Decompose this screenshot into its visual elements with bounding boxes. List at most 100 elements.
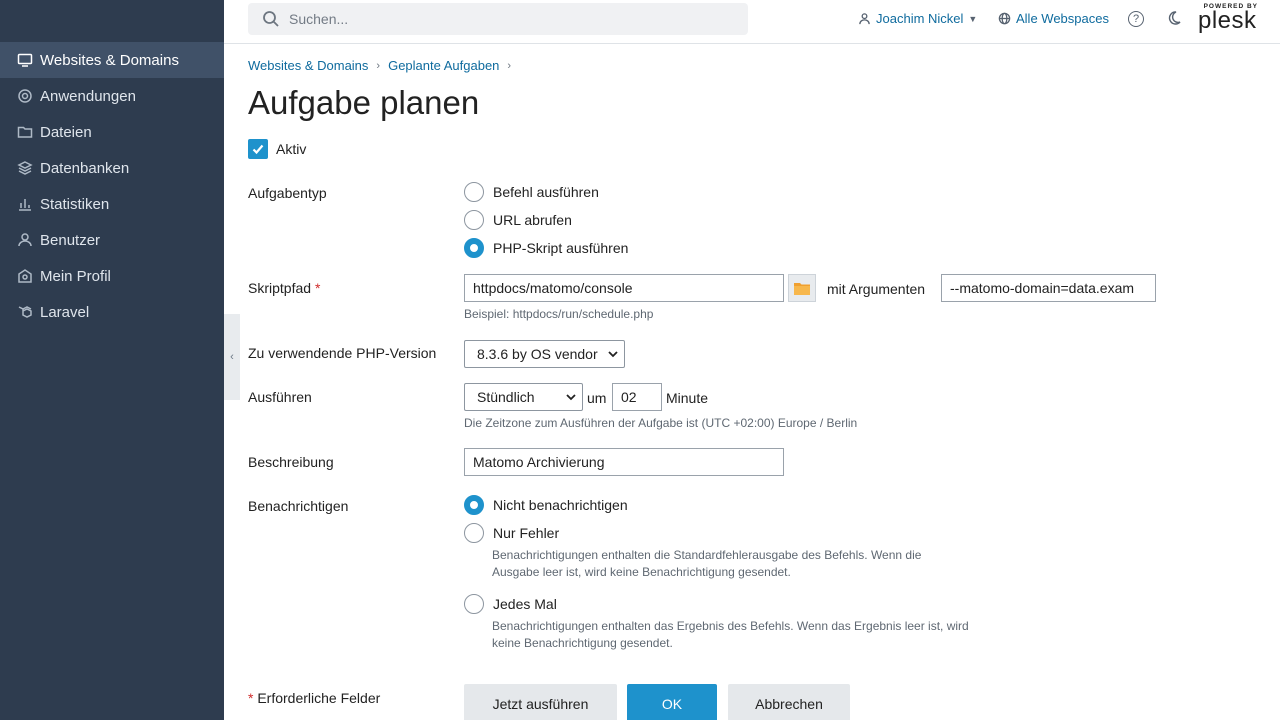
sidebar-item-statistiken[interactable]: Statistiken — [0, 186, 224, 222]
radio-button-selected[interactable] — [464, 238, 484, 258]
radio-label: Jedes Mal — [493, 596, 557, 612]
breadcrumb-link-websites[interactable]: Websites & Domains — [248, 58, 368, 73]
sidebar-item-mein-profil[interactable]: Mein Profil — [0, 258, 224, 294]
php-version-label: Zu verwendende PHP-Version — [248, 345, 437, 361]
minute-input[interactable]: 02 — [612, 383, 662, 411]
profile-icon — [16, 267, 34, 285]
bar-chart-icon — [16, 195, 34, 213]
sidebar-item-label: Datenbanken — [40, 159, 130, 177]
chevron-right-icon: › — [376, 59, 381, 72]
chevron-down-icon — [608, 346, 618, 362]
user-icon — [859, 13, 870, 25]
user-name: Joachim Nickel — [876, 11, 964, 26]
sidebar-item-websites-domains[interactable]: Websites & Domains — [0, 42, 224, 78]
radio-button[interactable] — [464, 523, 484, 543]
active-label: Aktiv — [276, 141, 307, 157]
hint-line: Benachrichtigungen enthalten das Ergebni… — [492, 619, 969, 633]
ok-button[interactable]: OK — [627, 684, 717, 720]
radio-button[interactable] — [464, 594, 484, 614]
webspaces-switcher[interactable]: Alle Webspaces — [998, 11, 1109, 26]
timezone-hint: Die Zeitzone zum Ausführen der Aufgabe i… — [464, 416, 858, 430]
minute-label: Minute — [666, 390, 709, 406]
radio-label: URL abrufen — [493, 212, 572, 228]
folder-icon — [16, 123, 34, 141]
hint-line: Ausgabe leer ist, wird keine Benachricht… — [492, 565, 791, 579]
php-version-select[interactable]: 8.3.6 by OS vendor — [464, 340, 625, 368]
required-mark: * — [248, 690, 254, 706]
sidebar-item-anwendungen[interactable]: Anwendungen — [0, 78, 224, 114]
plesk-logo: POWERED BY plesk — [1198, 3, 1258, 39]
radio-button[interactable] — [464, 182, 484, 202]
globe-icon — [998, 12, 1011, 25]
chevron-right-icon: › — [507, 59, 512, 72]
frequency-value: Stündlich — [477, 389, 535, 405]
sidebar-item-label: Mein Profil — [40, 267, 111, 285]
task-type-option-php[interactable]: PHP-Skript ausführen — [464, 238, 628, 258]
sidebar-item-datenbanken[interactable]: Datenbanken — [0, 150, 224, 186]
arguments-input[interactable]: --matomo-domain=data.exam — [941, 274, 1156, 302]
search-input[interactable] — [289, 11, 709, 27]
chevron-left-icon: ‹ — [230, 351, 234, 363]
notify-errors-hint: Benachrichtigungen enthalten die Standar… — [492, 547, 921, 581]
sidebar-item-label: Dateien — [40, 123, 92, 141]
breadcrumb-link-scheduled-tasks[interactable]: Geplante Aufgaben — [388, 58, 499, 73]
task-type-label: Aufgabentyp — [248, 185, 327, 201]
chevron-down-icon: ▼ — [968, 13, 978, 24]
active-checkbox[interactable] — [248, 139, 268, 159]
task-type-option-command[interactable]: Befehl ausführen — [464, 182, 599, 202]
notify-option-always[interactable]: Jedes Mal — [464, 594, 557, 614]
help-icon[interactable]: ? — [1128, 11, 1144, 27]
sidebar-item-label: Statistiken — [40, 195, 110, 213]
dark-mode-icon[interactable] — [1166, 10, 1182, 26]
hint-line: Benachrichtigungen enthalten die Standar… — [492, 548, 922, 562]
checkmark-icon — [252, 144, 264, 155]
sidebar-item-label: Benutzer — [40, 231, 101, 249]
notify-label: Benachrichtigen — [248, 498, 349, 514]
page-title: Aufgabe planen — [248, 84, 480, 121]
php-version-value: 8.3.6 by OS vendor — [477, 346, 598, 362]
breadcrumb: Websites & Domains › Geplante Aufgaben › — [248, 58, 519, 73]
monitor-icon — [16, 51, 34, 69]
search-box[interactable] — [248, 3, 748, 35]
task-type-option-url[interactable]: URL abrufen — [464, 210, 572, 230]
description-label: Beschreibung — [248, 454, 334, 470]
search-icon — [263, 11, 279, 27]
radio-label: Befehl ausführen — [493, 184, 599, 200]
required-fields-note: * Erforderliche Felder — [248, 690, 380, 706]
required-mark: * — [314, 280, 321, 296]
topbar: Joachim Nickel ▼ Alle Webspaces ? POWERE… — [224, 0, 1280, 44]
sidebar-item-label: Anwendungen — [40, 87, 136, 105]
radio-label: Nur Fehler — [493, 525, 560, 541]
notify-option-none[interactable]: Nicht benachrichtigen — [464, 495, 628, 515]
sidebar-item-label: Laravel — [40, 303, 90, 321]
webspaces-label: Alle Webspaces — [1016, 11, 1109, 26]
hint-line: keine Benachrichtigung gesendet. — [492, 636, 673, 650]
gear-icon — [16, 87, 34, 105]
radio-button[interactable] — [464, 210, 484, 230]
script-path-label-text: Skriptpfad — [248, 280, 312, 296]
sidebar-item-dateien[interactable]: Dateien — [0, 114, 224, 150]
sidebar-item-laravel[interactable]: Laravel — [0, 294, 224, 330]
run-label: Ausführen — [248, 389, 312, 405]
sidebar: Websites & Domains Anwendungen Dateien D… — [0, 0, 224, 720]
folder-icon — [794, 282, 810, 295]
cancel-button[interactable]: Abbrechen — [728, 684, 850, 720]
sidebar-item-label: Websites & Domains — [40, 51, 179, 69]
database-icon — [16, 159, 34, 177]
description-input[interactable]: Matomo Archivierung — [464, 448, 784, 476]
radio-label: PHP-Skript ausführen — [493, 240, 629, 256]
script-path-input[interactable]: httpdocs/matomo/console — [464, 274, 784, 302]
at-label: um — [587, 390, 607, 406]
radio-button-selected[interactable] — [464, 495, 484, 515]
frequency-select[interactable]: Stündlich — [464, 383, 583, 411]
sidebar-collapse-handle[interactable]: ‹ — [224, 314, 240, 400]
laravel-icon — [16, 303, 34, 321]
sidebar-item-benutzer[interactable]: Benutzer — [0, 222, 224, 258]
notify-option-errors[interactable]: Nur Fehler — [464, 523, 559, 543]
notify-always-hint: Benachrichtigungen enthalten das Ergebni… — [492, 618, 969, 652]
run-now-button[interactable]: Jetzt ausführen — [464, 684, 617, 720]
browse-folder-button[interactable] — [788, 274, 816, 302]
required-note-text: Erforderliche Felder — [257, 690, 381, 706]
radio-label: Nicht benachrichtigen — [493, 497, 628, 513]
user-menu[interactable]: Joachim Nickel ▼ — [858, 11, 977, 26]
